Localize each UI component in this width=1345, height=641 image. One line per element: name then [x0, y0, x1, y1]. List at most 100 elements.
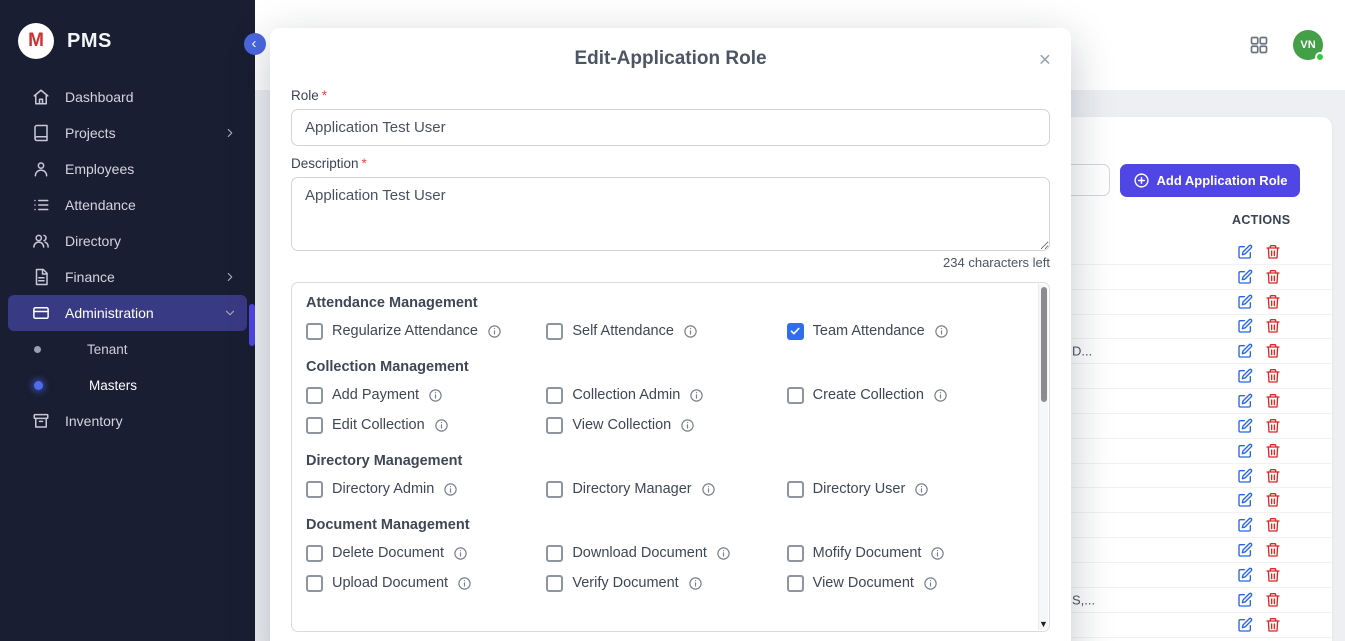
edit-icon[interactable] [1237, 294, 1253, 310]
info-icon[interactable] [701, 482, 716, 497]
info-icon[interactable] [933, 388, 948, 403]
close-button[interactable]: × [1035, 46, 1055, 75]
scroll-down-icon[interactable]: ▼ [1039, 620, 1048, 629]
row-actions [1237, 269, 1281, 285]
trash-icon[interactable] [1265, 443, 1281, 459]
trash-icon[interactable] [1265, 567, 1281, 583]
permission-label: Edit Collection [332, 417, 425, 433]
permission-checkbox[interactable] [787, 545, 804, 562]
edit-icon[interactable] [1237, 343, 1253, 359]
edit-icon[interactable] [1237, 592, 1253, 608]
permission-checkbox[interactable] [306, 387, 323, 404]
employees-icon [32, 160, 50, 178]
permission-checkbox[interactable] [546, 481, 563, 498]
edit-icon[interactable] [1237, 318, 1253, 334]
permission-checkbox[interactable] [787, 481, 804, 498]
add-application-role-button[interactable]: Add Application Role [1120, 164, 1300, 197]
trash-icon[interactable] [1265, 468, 1281, 484]
sidebar-item-finance[interactable]: Finance [8, 259, 247, 295]
description-textarea[interactable] [291, 177, 1050, 251]
permission-checkbox[interactable] [787, 323, 804, 340]
info-icon[interactable] [923, 576, 938, 591]
dashboard-icon [32, 88, 50, 106]
sidebar-scrollbar-thumb[interactable] [249, 304, 255, 346]
sidebar-item-administration[interactable]: Administration [8, 295, 247, 331]
apps-grid-icon[interactable] [1249, 35, 1269, 55]
sidebar-item-label: Finance [65, 269, 115, 285]
edit-icon[interactable] [1237, 468, 1253, 484]
sidebar-subitem-masters[interactable]: Masters [8, 367, 247, 403]
permission-checkbox[interactable] [546, 545, 563, 562]
edit-icon[interactable] [1237, 418, 1253, 434]
trash-icon[interactable] [1265, 418, 1281, 434]
sidebar-item-employees[interactable]: Employees [8, 151, 247, 187]
sidebar-item-projects[interactable]: Projects [8, 115, 247, 151]
role-input[interactable] [291, 109, 1050, 146]
info-icon[interactable] [434, 418, 449, 433]
permission-checkbox[interactable] [546, 575, 563, 592]
trash-icon[interactable] [1265, 592, 1281, 608]
trash-icon[interactable] [1265, 517, 1281, 533]
finance-icon [32, 268, 50, 286]
sidebar-item-directory[interactable]: Directory [8, 223, 247, 259]
trash-icon[interactable] [1265, 393, 1281, 409]
permission-checkbox[interactable] [787, 575, 804, 592]
trash-icon[interactable] [1265, 617, 1281, 633]
trash-icon[interactable] [1265, 294, 1281, 310]
edit-icon[interactable] [1237, 617, 1253, 633]
permission-checkbox[interactable] [306, 417, 323, 434]
permission-checkbox[interactable] [546, 323, 563, 340]
permission-checkbox[interactable] [306, 323, 323, 340]
required-asterisk: * [322, 88, 327, 103]
sidebar-item-inventory[interactable]: Inventory [8, 403, 247, 439]
permission-item: Add Payment [306, 385, 546, 405]
trash-icon[interactable] [1265, 492, 1281, 508]
sidebar-item-attendance[interactable]: Attendance [8, 187, 247, 223]
info-icon[interactable] [487, 324, 502, 339]
edit-icon[interactable] [1237, 517, 1253, 533]
info-icon[interactable] [443, 482, 458, 497]
edit-icon[interactable] [1237, 244, 1253, 260]
permission-label: Delete Document [332, 545, 444, 561]
info-icon[interactable] [683, 324, 698, 339]
edit-icon[interactable] [1237, 443, 1253, 459]
sidebar-item-dashboard[interactable]: Dashboard [8, 79, 247, 115]
edit-icon[interactable] [1237, 567, 1253, 583]
edit-icon[interactable] [1237, 393, 1253, 409]
trash-icon[interactable] [1265, 318, 1281, 334]
trash-icon[interactable] [1265, 368, 1281, 384]
info-icon[interactable] [457, 576, 472, 591]
info-icon[interactable] [930, 546, 945, 561]
row-actions [1237, 418, 1281, 434]
permission-checkbox[interactable] [306, 545, 323, 562]
edit-icon[interactable] [1237, 269, 1253, 285]
trash-icon[interactable] [1265, 244, 1281, 260]
info-icon[interactable] [934, 324, 949, 339]
edit-icon[interactable] [1237, 542, 1253, 558]
scrollbar-thumb[interactable] [1041, 287, 1047, 402]
permission-checkbox[interactable] [787, 387, 804, 404]
permission-label: Directory Admin [332, 481, 434, 497]
info-icon[interactable] [680, 418, 695, 433]
trash-icon[interactable] [1265, 269, 1281, 285]
edit-icon[interactable] [1237, 368, 1253, 384]
info-icon[interactable] [914, 482, 929, 497]
permissions-scrollbar[interactable]: ▼ [1038, 284, 1048, 630]
avatar[interactable]: VN [1293, 30, 1323, 60]
info-icon[interactable] [716, 546, 731, 561]
info-icon[interactable] [689, 388, 704, 403]
sidebar-subitem-tenant[interactable]: Tenant [8, 331, 247, 367]
permission-item: View Collection [546, 415, 786, 435]
sidebar-item-label: Directory [65, 233, 121, 249]
trash-icon[interactable] [1265, 542, 1281, 558]
permission-checkbox[interactable] [546, 417, 563, 434]
info-icon[interactable] [688, 576, 703, 591]
info-icon[interactable] [453, 546, 468, 561]
permission-checkbox[interactable] [546, 387, 563, 404]
sidebar-collapse-button[interactable]: ‹ [244, 33, 266, 55]
permission-checkbox[interactable] [306, 575, 323, 592]
info-icon[interactable] [428, 388, 443, 403]
permission-checkbox[interactable] [306, 481, 323, 498]
trash-icon[interactable] [1265, 343, 1281, 359]
edit-icon[interactable] [1237, 492, 1253, 508]
